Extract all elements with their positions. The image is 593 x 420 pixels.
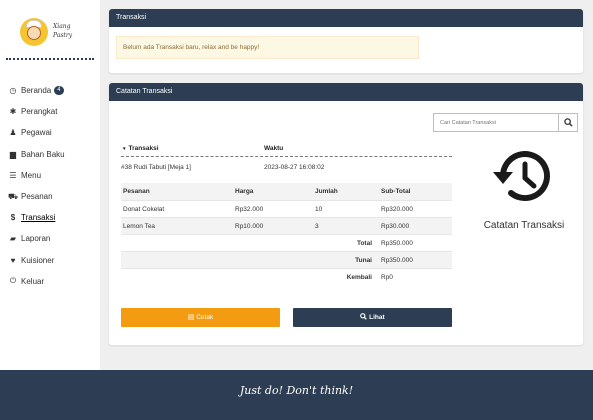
footer: Just do! Don't think! <box>0 370 593 420</box>
user-icon: ♟ <box>9 128 17 138</box>
table-divider <box>121 156 452 157</box>
tunai-row: Tunai Rp350.000 <box>121 251 452 268</box>
cell-waktu: 2023-08-27 16:08:02 <box>264 164 325 171</box>
empty-transaction-alert: Belum ada Transaksi baru, relax and be h… <box>116 36 419 59</box>
sidebar-item-transaksi[interactable]: $ Transaksi <box>8 207 98 228</box>
sidebar-item-bahan-baku[interactable]: ▆ Bahan Baku <box>8 144 98 165</box>
column-header-waktu[interactable]: Waktu <box>264 145 283 152</box>
view-button[interactable]: Lihat <box>293 308 452 327</box>
print-icon: ▤ <box>187 314 195 321</box>
detail-header-row: Pesanan Harga Jumlah Sub-Total <box>121 183 452 200</box>
transaksi-panel: Transaksi Belum ada Transaksi baru, rela… <box>109 9 583 73</box>
detail-row: Lemon Tea Rp10.000 3 Rp30.000 <box>121 217 452 234</box>
transaction-detail-table: Pesanan Harga Jumlah Sub-Total Donat Cok… <box>121 183 452 285</box>
sidebar-divider <box>6 58 94 60</box>
sidebar-item-perangkat[interactable]: ✱ Perangkat <box>8 101 98 122</box>
gear-icon: ✱ <box>9 107 17 117</box>
sidebar-item-beranda[interactable]: ◷ Beranda 4 <box>8 80 98 101</box>
catatan-transaksi-panel: Catatan Transaksi ▾Transaksi Waktu #38 R… <box>109 83 583 345</box>
cart-icon: ⛟ <box>8 191 19 201</box>
cell-transaksi: #38 Rudi Tabuti [Meja 1] <box>121 164 191 171</box>
chef-mascot-icon <box>20 18 48 46</box>
heart-icon: ♥ <box>10 255 16 265</box>
print-button[interactable]: ▤ Cetak <box>121 308 280 327</box>
panel-title: Catatan Transaksi <box>109 83 583 101</box>
archive-icon: ▆ <box>9 149 17 159</box>
column-header-transaksi[interactable]: ▾ Transaksi <box>123 145 159 152</box>
search-button[interactable] <box>559 113 578 132</box>
sort-caret-icon: ▾ <box>123 146 126 152</box>
brand-logo[interactable]: Xiang Pastry <box>20 18 80 58</box>
sidebar-item-pesanan[interactable]: ⛟ Pesanan <box>8 186 98 207</box>
search-group <box>433 113 578 132</box>
search-icon <box>563 118 573 127</box>
search-icon <box>360 313 368 320</box>
folder-icon: ▰ <box>9 234 17 244</box>
detail-row: Donat Cokelat Rp32.000 10 Rp320.000 <box>121 200 452 217</box>
history-icon <box>493 151 550 202</box>
footer-tagline: Just do! Don't think! <box>239 384 354 397</box>
sidebar-item-pegawai[interactable]: ♟ Pegawai <box>8 122 98 143</box>
clock-icon: ◷ <box>9 86 17 96</box>
brand-name: Xiang Pastry <box>53 23 73 39</box>
power-icon: ⏻ <box>9 276 17 286</box>
panel-title: Transaksi <box>109 9 583 27</box>
sidebar-item-keluar[interactable]: ⏻ Keluar <box>8 271 98 292</box>
kembali-row: Kembali Rp0 <box>121 268 452 285</box>
total-row: Total Rp350.000 <box>121 234 452 251</box>
sidebar-item-kuisioner[interactable]: ♥ Kuisioner <box>8 250 98 271</box>
history-label: Catatan Transaksi <box>483 220 565 231</box>
sidebar-nav: ◷ Beranda 4 ✱ Perangkat ♟ Pegawai ▆ Baha… <box>8 80 98 292</box>
dollar-icon: $ <box>10 213 16 223</box>
sidebar: Xiang Pastry ◷ Beranda 4 ✱ Perangkat ♟ P… <box>0 0 100 370</box>
list-icon: ☰ <box>9 170 17 180</box>
search-input[interactable] <box>433 113 559 132</box>
notification-badge: 4 <box>54 86 64 96</box>
sidebar-item-menu[interactable]: ☰ Menu <box>8 165 98 186</box>
sidebar-item-laporan[interactable]: ▰ Laporan <box>8 228 98 249</box>
